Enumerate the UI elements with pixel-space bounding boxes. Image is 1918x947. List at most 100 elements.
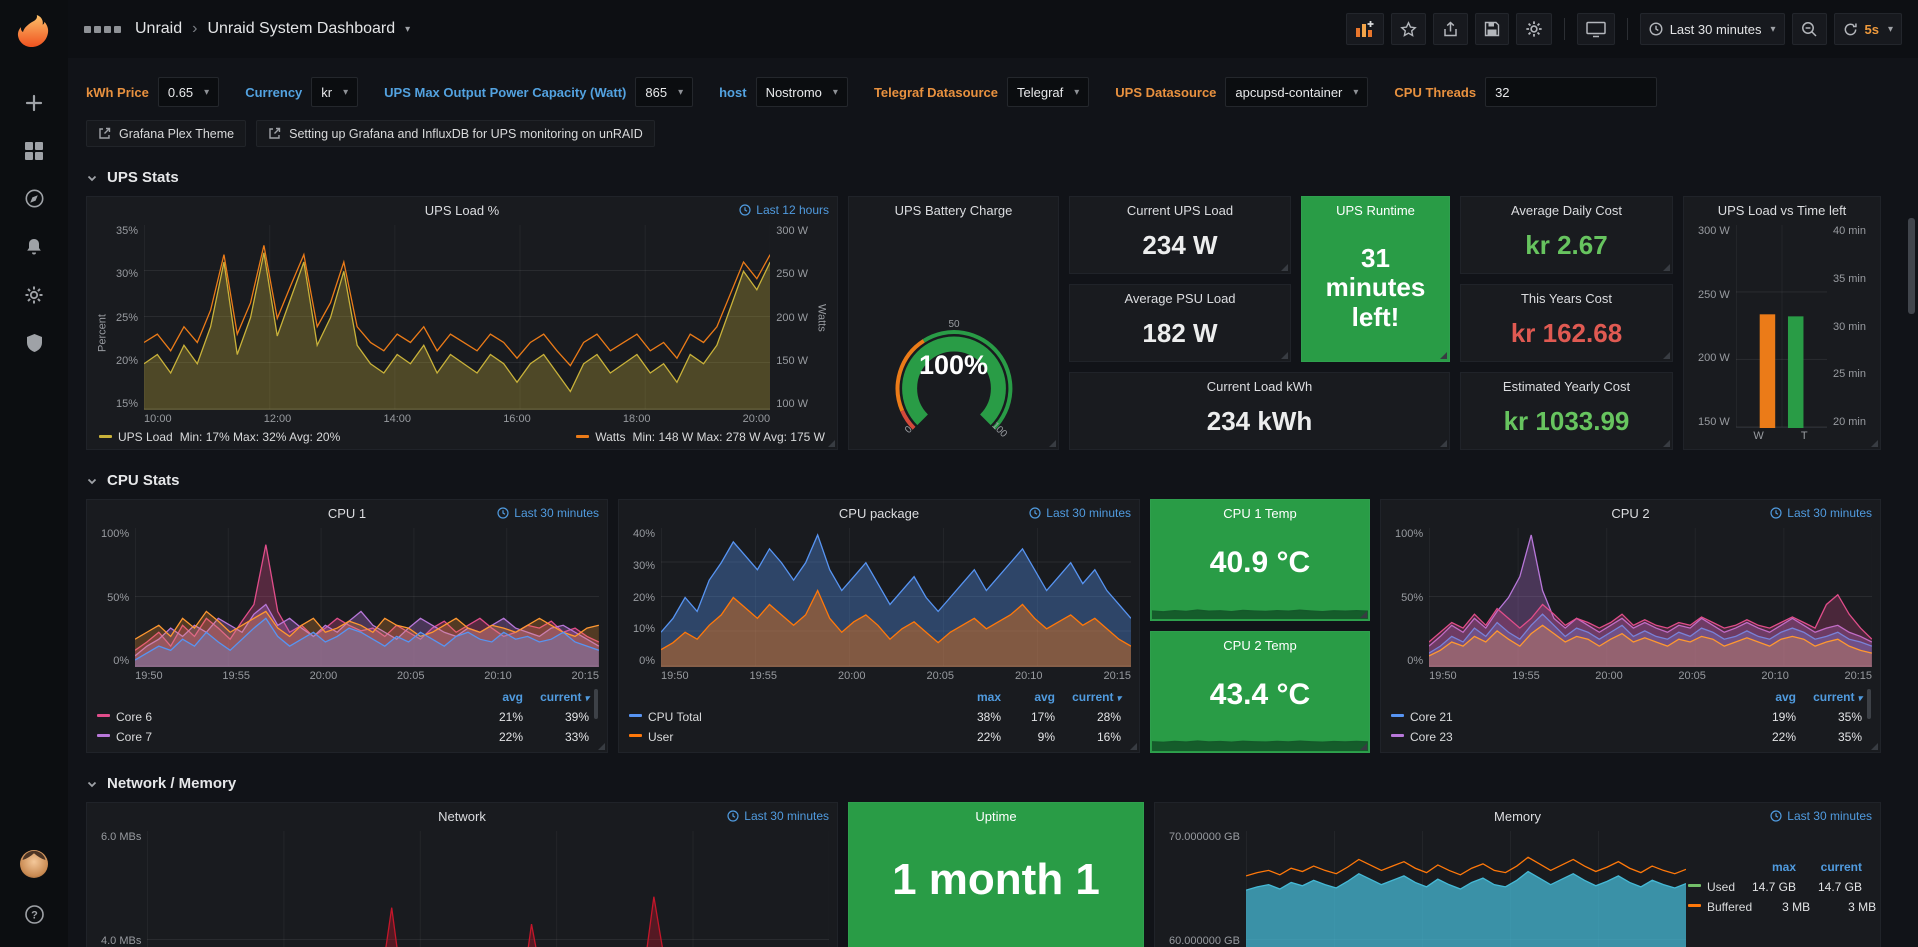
time-range-picker[interactable]: Last 30 minutes ▾ — [1640, 13, 1785, 45]
time-override-badge: Last 30 minutes — [1770, 506, 1872, 520]
sort-caret-icon: ▾ — [1116, 693, 1121, 703]
y-axis-left: 40%30%20%10%0% — [627, 528, 661, 683]
alerting-bell-icon[interactable] — [12, 230, 56, 263]
battery-gauge[interactable]: 050100 100% — [857, 225, 1050, 444]
clock-icon — [1770, 507, 1782, 519]
variable-label: CPU Threads — [1394, 85, 1476, 100]
legend-row[interactable]: Core 21 19%35% — [1391, 707, 1862, 727]
legend-row[interactable]: Core 7 22%33% — [97, 727, 589, 747]
share-button[interactable] — [1433, 13, 1468, 45]
variable-value-dropdown[interactable]: apcupsd-container▾ — [1225, 77, 1368, 107]
time-override-badge: Last 30 minutes — [497, 506, 599, 520]
star-button[interactable] — [1391, 13, 1426, 45]
y-axis-left: 300 W250 W200 W150 W — [1692, 225, 1736, 444]
dashboard-link[interactable]: Grafana Plex Theme — [86, 120, 246, 147]
panel-cpu-2: CPU 2 Last 30 minutes 100%50%0% — [1380, 499, 1881, 753]
dashboard-grid-icon[interactable] — [84, 26, 121, 33]
y-axis-left: 35%30%25%20%15% — [110, 225, 144, 426]
chevron-down-icon — [86, 172, 98, 184]
panel-this-years-cost: This Years Cost kr 162.68 — [1460, 284, 1673, 362]
legend-row[interactable]: CPU Total 38%17%28% — [629, 707, 1121, 727]
variable-value-dropdown[interactable]: 865▾ — [635, 77, 693, 107]
chart-legend: UPS LoadMin: 17% Max: 32% Avg: 20% Watts… — [95, 426, 829, 444]
legend-table: maxavgcurrent▾ CPU Total 38%17%28% User … — [627, 685, 1131, 747]
x-axis: 19:5019:5520:0020:0520:1020:15 — [1429, 667, 1872, 683]
variable-value-dropdown[interactable]: Telegraf▾ — [1007, 77, 1089, 107]
series-color-swatch — [1688, 884, 1701, 887]
breadcrumb-dashboard-title[interactable]: Unraid System Dashboard — [207, 20, 395, 38]
svg-text:?: ? — [31, 910, 38, 922]
cpu2-chart[interactable] — [1429, 528, 1872, 667]
network-chart[interactable] — [147, 831, 829, 947]
variable-value-dropdown[interactable]: 0.65▾ — [158, 77, 219, 107]
panel-ups-load-vs-time-left: UPS Load vs Time left 300 W250 W200 W150… — [1683, 196, 1881, 450]
dashboard-link[interactable]: Setting up Grafana and InfluxDB for UPS … — [256, 120, 655, 147]
breadcrumb-folder[interactable]: Unraid — [135, 20, 182, 38]
user-avatar[interactable] — [12, 847, 56, 880]
sidebar-bottom: ? — [12, 847, 56, 931]
legend-row[interactable]: User 22%9%16% — [629, 727, 1121, 747]
x-axis: 19:5019:5520:0020:0520:1020:15 — [661, 667, 1131, 683]
explore-compass-icon[interactable] — [12, 182, 56, 215]
series-color-swatch — [629, 734, 642, 737]
variable-value-dropdown[interactable]: kr▾ — [311, 77, 358, 107]
cpu1-chart[interactable] — [135, 528, 599, 667]
clock-icon — [1029, 507, 1041, 519]
y-axis-left: 100%50%0% — [95, 528, 135, 683]
zoom-out-button[interactable] — [1792, 13, 1827, 45]
panel-cpu1-temp: CPU 1 Temp 40.9 °C — [1150, 499, 1370, 621]
create-icon[interactable] — [12, 86, 56, 119]
legend-row[interactable]: Core 6 21%39% — [97, 707, 589, 727]
variable-label: UPS Datasource — [1115, 85, 1216, 100]
ups-load-chart[interactable] — [144, 225, 770, 410]
legend-item[interactable]: WattsMin: 148 W Max: 278 W Avg: 175 W — [576, 430, 825, 444]
refresh-interval-label[interactable]: 5s — [1865, 22, 1879, 37]
y-axis-left: 100%50%0% — [1389, 528, 1429, 683]
panel-average-daily-cost: Average Daily Cost kr 2.67 — [1460, 196, 1673, 274]
add-panel-button[interactable] — [1346, 13, 1384, 45]
section-header-network-memory[interactable]: Network / Memory — [86, 775, 1900, 792]
tv-cycle-view-icon[interactable] — [1577, 13, 1615, 45]
time-override-badge: Last 12 hours — [739, 203, 829, 217]
legend-row[interactable]: Core 23 22%35% — [1391, 727, 1862, 747]
ups-bars-chart[interactable] — [1736, 225, 1827, 428]
variable-telegraf-datasource: Telegraf Datasource Telegraf▾ — [874, 77, 1089, 107]
y-axis-title: Watts — [814, 225, 829, 426]
variable-value-dropdown[interactable]: Nostromo▾ — [756, 77, 848, 107]
memory-chart[interactable] — [1246, 831, 1686, 947]
save-button[interactable] — [1475, 13, 1509, 45]
y-axis-right: 40 min35 min30 min25 min20 min — [1827, 225, 1872, 444]
row-ups-stats: UPS Load % Last 12 hours Percent 35%30%2… — [86, 196, 1900, 450]
variable-host: host Nostromo▾ — [719, 77, 848, 107]
dashboard-settings-gear-icon[interactable] — [1516, 13, 1552, 45]
legend-item[interactable]: UPS LoadMin: 17% Max: 32% Avg: 20% — [99, 430, 340, 444]
refresh-button[interactable]: 5s ▾ — [1834, 13, 1903, 45]
template-variables-row: kWh Price 0.65▾ Currency kr▾ UPS Max Out… — [86, 72, 1900, 112]
panel-memory: Memory Last 30 minutes 70.000000 GB60.00… — [1154, 802, 1881, 947]
help-icon[interactable]: ? — [12, 898, 56, 931]
variable-label: Currency — [245, 85, 302, 100]
sort-caret-icon: ▾ — [1857, 693, 1862, 703]
grafana-logo[interactable] — [15, 12, 53, 50]
chevron-down-icon[interactable]: ▾ — [405, 24, 410, 35]
server-admin-shield-icon[interactable] — [12, 326, 56, 359]
panel-estimated-yearly-cost: Estimated Yearly Cost kr 1033.99 — [1460, 372, 1673, 450]
dashboards-icon[interactable] — [12, 134, 56, 167]
cpu-package-chart[interactable] — [661, 528, 1131, 667]
legend-row[interactable]: Used 14.7 GB14.7 GB — [1688, 877, 1862, 897]
legend-table: avgcurrent▾ Core 21 19%35% Core 23 22%35… — [1389, 685, 1872, 747]
section-header-cpu-stats[interactable]: CPU Stats — [86, 472, 1900, 489]
sort-caret-icon: ▾ — [584, 693, 589, 703]
legend-row[interactable]: Buffered 3 MB3 MB — [1688, 897, 1862, 917]
variable-cpu-threads: CPU Threads 32 — [1394, 77, 1657, 107]
page-scrollbar[interactable] — [1908, 218, 1915, 314]
external-link-icon — [98, 127, 111, 140]
variable-text-input[interactable]: 32 — [1485, 77, 1657, 107]
panel-average-psu-load: Average PSU Load 182 W — [1069, 284, 1291, 362]
legend-table: avgcurrent▾ Core 6 21%39% Core 7 22%33% — [95, 685, 599, 747]
clock-icon — [727, 810, 739, 822]
series-color-swatch — [97, 734, 110, 737]
configuration-gear-icon[interactable] — [12, 278, 56, 311]
panel-current-ups-load: Current UPS Load 234 W — [1069, 196, 1291, 274]
section-header-ups-stats[interactable]: UPS Stats — [86, 169, 1900, 186]
